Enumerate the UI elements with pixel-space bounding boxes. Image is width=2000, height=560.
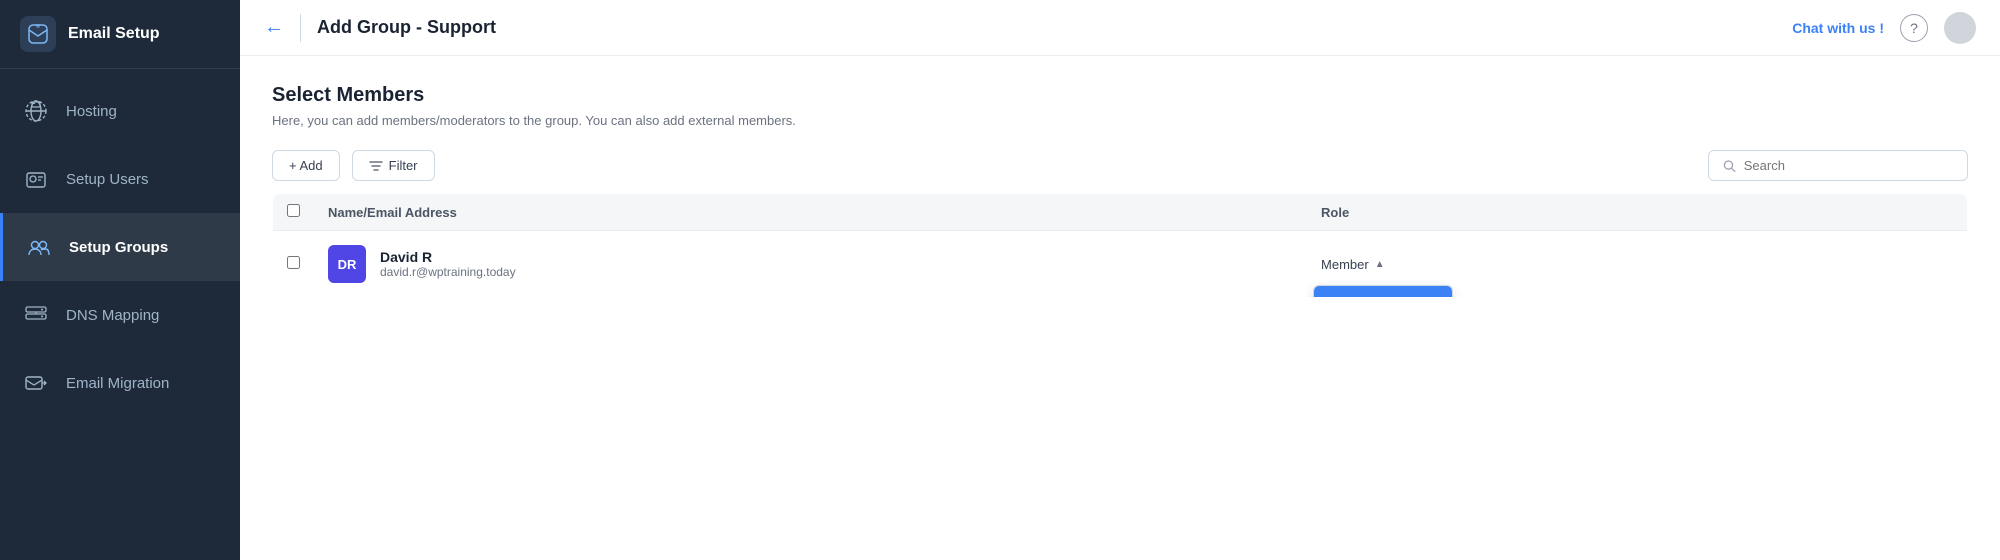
back-button[interactable]: ← <box>264 16 284 39</box>
app-logo-icon <box>20 16 56 52</box>
row-checkbox-cell <box>273 231 315 298</box>
sidebar-item-email-migration[interactable]: Email Migration <box>0 349 240 417</box>
member-info: David R david.r@wptraining.today <box>380 249 516 279</box>
sidebar-item-setup-groups[interactable]: Setup Groups <box>0 213 240 281</box>
sidebar-item-setup-users[interactable]: Setup Users <box>0 145 240 213</box>
setup-users-icon <box>20 163 52 195</box>
search-input[interactable] <box>1744 158 1953 173</box>
main-content: ← Add Group - Support Chat with us ! ? S… <box>240 0 2000 560</box>
help-icon[interactable]: ? <box>1900 14 1928 42</box>
page-title: Add Group - Support <box>317 17 1776 38</box>
members-table: Name/Email Address Role DR <box>272 193 1968 298</box>
member-avatar: DR <box>328 245 366 283</box>
toolbar: + Add Filter <box>272 150 1968 193</box>
search-icon <box>1723 159 1736 173</box>
topbar-divider <box>300 14 301 42</box>
sidebar-item-hosting[interactable]: Hosting <box>0 77 240 145</box>
role-dropdown-container: Member ▲ Moderator Member ✓ <box>1321 257 1385 272</box>
row-role-cell: Member ▲ Moderator Member ✓ <box>1307 231 1967 298</box>
sidebar-header: Email Setup <box>0 0 240 69</box>
sidebar: Email Setup Hosting <box>0 0 240 560</box>
add-button[interactable]: + Add <box>272 150 340 181</box>
row-name-cell: DR David R david.r@wptraining.today <box>314 231 1307 298</box>
sidebar-item-label: Setup Users <box>66 171 149 188</box>
sidebar-nav: Hosting Setup Users <box>0 69 240 560</box>
filter-icon <box>369 159 383 173</box>
app-title: Email Setup <box>68 25 160 43</box>
member-email: david.r@wptraining.today <box>380 265 516 279</box>
table-header-checkbox <box>273 194 315 231</box>
chevron-up-icon: ▲ <box>1375 259 1385 270</box>
chat-with-us-link[interactable]: Chat with us ! <box>1792 20 1884 36</box>
dns-mapping-icon <box>20 299 52 331</box>
role-badge[interactable]: Member ▲ <box>1321 257 1385 272</box>
table-header-role: Role <box>1307 194 1967 231</box>
filter-button[interactable]: Filter <box>352 150 435 181</box>
select-all-checkbox[interactable] <box>287 204 300 217</box>
table-row: DR David R david.r@wptraining.today Memb… <box>273 231 1968 298</box>
row-checkbox[interactable] <box>287 256 300 269</box>
email-migration-icon <box>20 367 52 399</box>
setup-groups-icon <box>23 231 55 263</box>
sidebar-item-label: Email Migration <box>66 375 169 392</box>
sidebar-item-label: DNS Mapping <box>66 307 159 324</box>
search-box[interactable] <box>1708 150 1968 181</box>
hosting-icon <box>20 95 52 127</box>
dropdown-item-moderator[interactable]: Moderator <box>1314 286 1452 299</box>
sidebar-item-label: Setup Groups <box>69 239 168 256</box>
topbar: ← Add Group - Support Chat with us ! ? <box>240 0 2000 56</box>
sidebar-item-dns-mapping[interactable]: DNS Mapping <box>0 281 240 349</box>
content-area: Select Members Here, you can add members… <box>240 56 2000 560</box>
role-dropdown-menu: Moderator Member ✓ <box>1313 285 1453 299</box>
section-title: Select Members <box>272 84 1968 107</box>
section-description: Here, you can add members/moderators to … <box>272 113 1968 128</box>
sidebar-item-label: Hosting <box>66 103 117 120</box>
user-avatar[interactable] <box>1944 12 1976 44</box>
table-header-row: Name/Email Address Role <box>273 194 1968 231</box>
member-name: David R <box>380 249 516 265</box>
table-header-name: Name/Email Address <box>314 194 1307 231</box>
